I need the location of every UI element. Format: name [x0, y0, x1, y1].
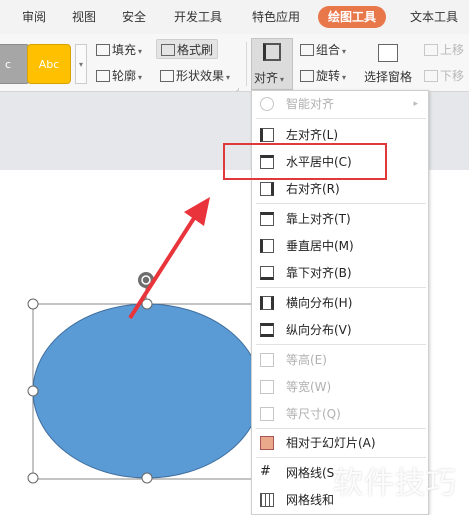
relative-to-slide-icon	[260, 436, 274, 450]
watermark: 软件技巧	[333, 466, 457, 501]
menu-separator	[256, 344, 426, 345]
menu-separator	[256, 203, 426, 204]
align-bottom-icon	[260, 266, 274, 280]
smart-align-icon	[260, 97, 274, 111]
gridlines-icon: #	[260, 464, 271, 479]
ellipse-shape[interactable]	[32, 303, 262, 479]
same-height-icon	[260, 353, 274, 367]
resize-handle[interactable]	[27, 472, 39, 484]
submenu-arrow-icon: ▸	[413, 99, 418, 109]
align-top-icon	[260, 212, 274, 226]
align-left-icon	[260, 128, 274, 142]
highlight-box	[223, 143, 387, 180]
menu-separator	[256, 118, 426, 119]
same-width-icon	[260, 380, 274, 394]
menu-separator	[256, 428, 426, 429]
align-middle-icon	[260, 239, 274, 253]
distribute-vertical-icon	[260, 323, 274, 337]
menu-item-align-top[interactable]: 靠上对齐(T)	[252, 206, 428, 232]
menu-item-align-middle[interactable]: 垂直居中(M)	[252, 233, 428, 259]
annotation-arrow	[128, 197, 210, 320]
align-right-icon	[260, 182, 274, 196]
menu-item-relative-to-slide[interactable]: 相对于幻灯片(A)	[252, 430, 428, 456]
same-size-icon	[260, 407, 274, 421]
menu-item-same-width[interactable]: 等宽(W)	[252, 374, 428, 400]
distribute-horizontal-icon	[260, 296, 274, 310]
resize-handle[interactable]	[27, 385, 39, 397]
menu-item-same-size[interactable]: 等尺寸(Q)	[252, 401, 428, 427]
menu-item-distribute-vertical[interactable]: 纵向分布(V)	[252, 317, 428, 343]
menu-item-align-bottom[interactable]: 靠下对齐(B)	[252, 260, 428, 286]
menu-separator	[256, 287, 426, 288]
resize-handle[interactable]	[141, 472, 153, 484]
grid-settings-icon	[260, 493, 274, 507]
menu-item-same-height[interactable]: 等高(E)	[252, 347, 428, 373]
menu-item-distribute-horizontal[interactable]: 横向分布(H)	[252, 290, 428, 316]
resize-handle[interactable]	[27, 298, 39, 310]
menu-item-smart-align[interactable]: 智能对齐 ▸	[252, 91, 428, 117]
